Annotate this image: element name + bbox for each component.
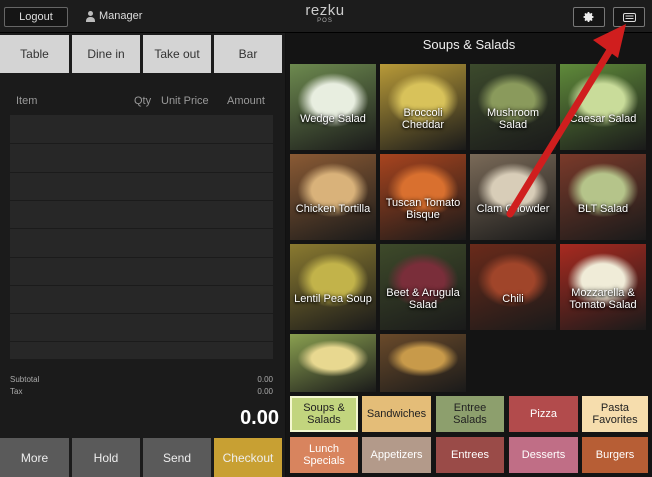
menu-item-tile[interactable]: Chili: [470, 244, 556, 330]
category-button[interactable]: Pizza: [509, 396, 578, 432]
menu-panel: Soups & Salads Wedge Salad Broccoli Chedd…: [286, 33, 652, 477]
menu-item-tile[interactable]: Beet & Arugula Salad: [380, 244, 466, 330]
grand-total: 0.00: [240, 407, 279, 429]
checkout-button[interactable]: Checkout: [214, 438, 282, 477]
menu-item-tile[interactable]: Clam Chowder: [470, 154, 556, 240]
category-button[interactable]: Lunch Specials: [290, 437, 358, 473]
menu-item-label: Chili: [502, 293, 524, 305]
keyboard-button[interactable]: [613, 7, 645, 27]
menu-item-tile[interactable]: Chicken Tortilla: [290, 154, 376, 240]
order-row-divider: [10, 199, 273, 201]
menu-item-label: Beet & Arugula Salad: [386, 287, 460, 311]
category-button[interactable]: Desserts: [509, 437, 578, 473]
order-type-bar: Table Dine in Take out Bar: [0, 35, 285, 73]
menu-item-label: Chicken Tortilla: [295, 203, 371, 215]
menu-item-label: Caesar Salad: [569, 113, 637, 125]
order-type-bar[interactable]: Bar: [214, 35, 282, 73]
order-row-divider: [10, 284, 273, 286]
column-qty: Qty: [134, 95, 152, 107]
user-name: Manager: [99, 10, 143, 22]
category-button[interactable]: Sandwiches: [362, 396, 431, 432]
menu-item-label: [380, 334, 466, 392]
gear-icon: [583, 12, 594, 22]
order-totals: Subtotal 0.00 Tax 0.00: [10, 375, 273, 399]
category-button[interactable]: Burgers: [582, 437, 648, 473]
order-row-divider: [10, 313, 273, 315]
logout-button[interactable]: Logout: [4, 7, 68, 27]
order-actions: More Hold Send Checkout: [0, 438, 285, 477]
category-title: Soups & Salads: [422, 37, 516, 52]
menu-item-tile[interactable]: Tuscan Tomato Bisque: [380, 154, 466, 240]
subtotal-row: Subtotal 0.00: [10, 375, 273, 387]
send-button[interactable]: Send: [143, 438, 211, 477]
menu-item-label: BLT Salad: [577, 203, 629, 215]
more-button[interactable]: More: [0, 438, 69, 477]
menu-item-label: Broccoli Cheddar: [401, 107, 445, 131]
category-button[interactable]: Pasta Favorites: [582, 396, 648, 432]
order-columns-header: Item Qty Unit Price Amount: [0, 95, 285, 109]
order-type-table[interactable]: Table: [0, 35, 69, 73]
column-item: Item: [16, 95, 38, 107]
menu-item-label: Mushroom Salad: [487, 107, 539, 131]
order-row-divider: [10, 171, 273, 173]
tax-value: 0.00: [257, 387, 273, 396]
subtotal-label: Subtotal: [10, 375, 40, 384]
category-button[interactable]: Appetizers: [362, 437, 431, 473]
user-icon: [86, 10, 95, 22]
category-button[interactable]: Entrees: [436, 437, 504, 473]
order-panel: Table Dine in Take out Bar Item Qty Unit…: [0, 33, 285, 477]
column-amount: Amount: [227, 95, 265, 107]
tax-row: Tax 0.00: [10, 387, 273, 399]
menu-item-tile[interactable]: Wedge Salad: [290, 64, 376, 150]
current-user: Manager: [86, 10, 142, 22]
tax-label: Tax: [10, 387, 23, 396]
menu-item-tile[interactable]: Mozzarella & Tomato Salad: [560, 244, 646, 330]
order-items-list[interactable]: [10, 115, 273, 359]
menu-item-tile[interactable]: Lentil Pea Soup: [290, 244, 376, 330]
menu-item-tile[interactable]: Mushroom Salad: [470, 64, 556, 150]
rezku-logo: rezku POS: [300, 3, 350, 25]
hold-button[interactable]: Hold: [72, 438, 140, 477]
menu-item-label: Lentil Pea Soup: [294, 293, 372, 305]
menu-item-tile[interactable]: BLT Salad: [560, 154, 646, 240]
logo-sub: POS: [317, 18, 333, 24]
order-type-dine-in[interactable]: Dine in: [72, 35, 140, 73]
category-button[interactable]: Soups & Salads: [290, 396, 358, 432]
menu-item-tile[interactable]: Broccoli Cheddar: [380, 64, 466, 150]
menu-item-tile[interactable]: Caesar Salad: [560, 64, 646, 150]
menu-item-label: [290, 334, 376, 392]
logo-main: rezku: [305, 2, 345, 19]
category-button[interactable]: Entree Salads: [436, 396, 504, 432]
order-row-divider: [10, 256, 273, 258]
menu-item-tile[interactable]: [290, 334, 376, 392]
settings-button[interactable]: [573, 7, 605, 27]
order-row-divider: [10, 143, 273, 145]
menu-item-label: Wedge Salad: [300, 113, 366, 125]
keyboard-icon: [622, 12, 636, 22]
menu-item-label: Mozzarella & Tomato Salad: [569, 287, 637, 311]
column-unit-price: Unit Price: [161, 95, 209, 107]
menu-item-label: Tuscan Tomato Bisque: [385, 197, 461, 221]
menu-item-tile[interactable]: [380, 334, 466, 392]
subtotal-value: 0.00: [257, 375, 273, 384]
menu-item-label: Clam Chowder: [476, 203, 550, 215]
order-type-take-out[interactable]: Take out: [143, 35, 211, 73]
order-row-divider: [10, 341, 273, 343]
order-row-divider: [10, 228, 273, 230]
top-bar: Logout Manager rezku POS: [0, 0, 652, 33]
